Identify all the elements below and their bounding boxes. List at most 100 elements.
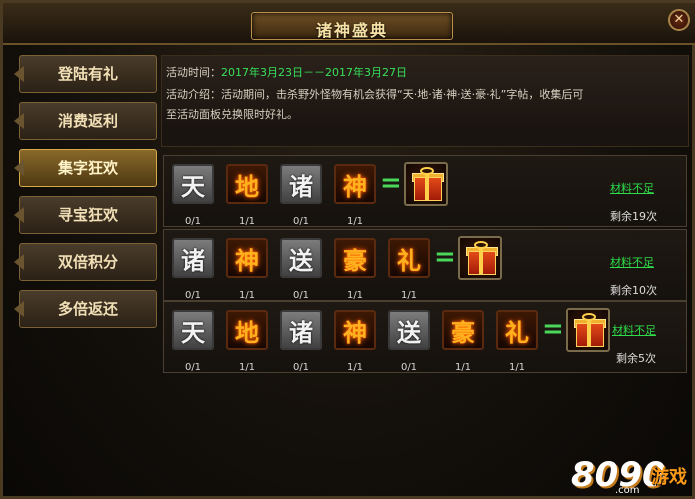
- character-count: 0/1: [400, 362, 418, 373]
- character-slot: 送: [280, 238, 322, 280]
- character-tile[interactable]: 天: [172, 164, 214, 204]
- equals-sign: =: [542, 314, 564, 344]
- character-glyph: 神: [343, 171, 367, 201]
- equals-sign: =: [380, 168, 402, 198]
- character-tile[interactable]: 神: [334, 164, 376, 204]
- window-title: 诸神盛典: [315, 21, 388, 40]
- character-tile[interactable]: 礼: [496, 310, 538, 350]
- character-slot: 礼: [388, 238, 430, 280]
- sidebar-item-login-gift[interactable]: 登陆有礼: [19, 55, 157, 93]
- character-count: 1/1: [400, 290, 418, 301]
- character-count: 1/1: [346, 216, 364, 227]
- character-slot: 地: [226, 164, 268, 206]
- character-slot: 诸: [280, 310, 322, 352]
- exchange-status-link[interactable]: 材料不足: [610, 180, 654, 196]
- character-tile[interactable]: 神: [226, 238, 268, 278]
- character-count: 0/1: [292, 290, 310, 301]
- character-count: 1/1: [238, 216, 256, 227]
- event-window: 诸神盛典 ✕ 登陆有礼 消费返利 集字狂欢 寻宝狂欢 双倍积分 多倍返还 活动时…: [0, 0, 695, 499]
- character-glyph: 天: [181, 317, 205, 347]
- character-glyph: 礼: [505, 317, 529, 347]
- character-count: 1/1: [238, 290, 256, 301]
- character-slot: 神: [334, 164, 376, 206]
- character-tile[interactable]: 送: [388, 310, 430, 350]
- character-slot: 豪: [334, 238, 376, 280]
- character-glyph: 豪: [343, 245, 367, 275]
- title-bar: 诸神盛典 ✕: [3, 3, 695, 45]
- character-slot: 天: [172, 310, 214, 352]
- character-glyph: 神: [343, 317, 367, 347]
- exchange-row: 诸 0/1 神 1/1 送 0/1 豪 1/1 礼 1/1 = 材料不足剩余10次: [163, 229, 687, 301]
- character-slot: 诸: [172, 238, 214, 280]
- character-slot: 诸: [280, 164, 322, 206]
- character-count: 0/1: [292, 362, 310, 373]
- event-time: 活动时间：2017年3月23日－－2017年3月27日: [166, 64, 407, 80]
- remaining-count: 剩余10次: [610, 284, 657, 297]
- sidebar-item-collect-words[interactable]: 集字狂欢: [19, 149, 157, 187]
- character-glyph: 送: [397, 317, 421, 347]
- gift-box-icon[interactable]: [458, 236, 502, 280]
- exchange-status-link[interactable]: 材料不足: [612, 322, 656, 338]
- gift-box-icon[interactable]: [404, 162, 448, 206]
- character-slot: 天: [172, 164, 214, 206]
- character-glyph: 地: [235, 317, 259, 347]
- character-glyph: 诸: [181, 245, 205, 275]
- character-count: 1/1: [346, 362, 364, 373]
- event-description-line-1: 活动介绍：活动期间，击杀野外怪物有机会获得“天·地·诸·神·送·豪·礼”字帖，收…: [166, 88, 584, 101]
- event-time-value: 2017年3月23日－－2017年3月27日: [221, 66, 407, 79]
- remaining-count: 剩余19次: [610, 210, 657, 223]
- character-count: 1/1: [238, 362, 256, 373]
- character-glyph: 地: [235, 171, 259, 201]
- equals-sign: =: [434, 242, 456, 272]
- character-slot: 地: [226, 310, 268, 352]
- title-plate: 诸神盛典: [251, 12, 453, 40]
- character-glyph: 礼: [397, 245, 421, 275]
- character-slot: 礼: [496, 310, 538, 352]
- character-glyph: 神: [235, 245, 259, 275]
- character-tile[interactable]: 天: [172, 310, 214, 350]
- character-tile[interactable]: 诸: [280, 310, 322, 350]
- gift-box-icon[interactable]: [566, 308, 610, 352]
- character-slot: 送: [388, 310, 430, 352]
- exchange-status-link[interactable]: 材料不足: [610, 254, 654, 270]
- sidebar-item-spend-rebate[interactable]: 消费返利: [19, 102, 157, 140]
- character-count: 1/1: [346, 290, 364, 301]
- character-tile[interactable]: 地: [226, 164, 268, 204]
- character-glyph: 天: [181, 171, 205, 201]
- character-glyph: 送: [289, 245, 313, 275]
- character-slot: 豪: [442, 310, 484, 352]
- character-tile[interactable]: 地: [226, 310, 268, 350]
- site-watermark-logo: 8090 游戏 .com: [571, 451, 695, 497]
- event-info-panel: 活动时间：2017年3月23日－－2017年3月27日 活动介绍：活动期间，击杀…: [161, 55, 689, 147]
- character-glyph: 诸: [289, 171, 313, 201]
- character-count: 0/1: [184, 290, 202, 301]
- character-tile[interactable]: 诸: [172, 238, 214, 278]
- character-tile[interactable]: 豪: [442, 310, 484, 350]
- watermark-text: 游戏: [651, 467, 687, 488]
- exchange-row: 天 0/1 地 1/1 诸 0/1 神 1/1 = 材料不足剩余19次: [163, 155, 687, 227]
- sidebar-item-multi-return[interactable]: 多倍返还: [19, 290, 157, 328]
- character-glyph: 诸: [289, 317, 313, 347]
- sidebar-item-double-points[interactable]: 双倍积分: [19, 243, 157, 281]
- character-slot: 神: [334, 310, 376, 352]
- exchange-row: 天 0/1 地 1/1 诸 0/1 神 1/1 送 0/1 豪 1/1 礼 1/1 = 材料不足剩余5次: [163, 301, 687, 373]
- watermark-domain: .com: [615, 485, 640, 496]
- close-icon[interactable]: ✕: [668, 9, 690, 31]
- character-count: 0/1: [292, 216, 310, 227]
- character-tile[interactable]: 神: [334, 310, 376, 350]
- event-description-line-2: 至活动面板兑换限时好礼。: [166, 108, 298, 121]
- character-glyph: 豪: [451, 317, 475, 347]
- sidebar-item-treasure-hunt[interactable]: 寻宝狂欢: [19, 196, 157, 234]
- remaining-count: 剩余5次: [616, 352, 656, 365]
- character-count: 1/1: [508, 362, 526, 373]
- sidebar: 登陆有礼 消费返利 集字狂欢 寻宝狂欢 双倍积分 多倍返还: [15, 51, 159, 491]
- character-tile[interactable]: 豪: [334, 238, 376, 278]
- character-count: 0/1: [184, 216, 202, 227]
- character-tile[interactable]: 礼: [388, 238, 430, 278]
- character-slot: 神: [226, 238, 268, 280]
- character-tile[interactable]: 送: [280, 238, 322, 278]
- character-count: 0/1: [184, 362, 202, 373]
- character-count: 1/1: [454, 362, 472, 373]
- character-tile[interactable]: 诸: [280, 164, 322, 204]
- event-time-label: 活动时间：: [166, 66, 221, 79]
